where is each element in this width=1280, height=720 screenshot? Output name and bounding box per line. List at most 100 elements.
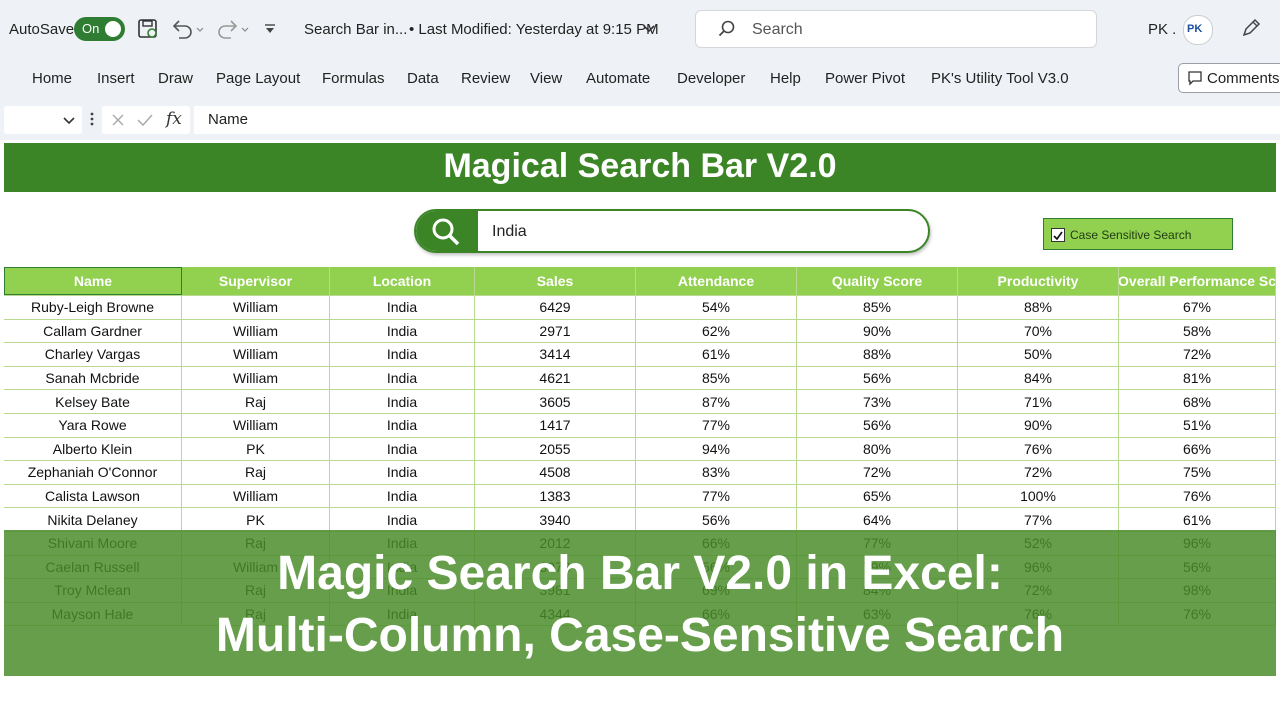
- table-cell[interactable]: 65%: [797, 484, 958, 508]
- column-header[interactable]: Supervisor: [182, 267, 330, 295]
- table-cell[interactable]: William: [182, 413, 330, 437]
- file-name[interactable]: Search Bar in...: [304, 21, 407, 38]
- more-options-icon[interactable]: [88, 110, 96, 133]
- table-cell[interactable]: 87%: [636, 390, 797, 413]
- table-cell[interactable]: William: [182, 296, 330, 319]
- table-cell[interactable]: Kelsey Bate: [4, 390, 182, 413]
- table-cell[interactable]: India: [330, 413, 475, 437]
- cancel-icon[interactable]: [110, 112, 126, 133]
- table-cell[interactable]: William: [182, 319, 330, 343]
- redo-icon[interactable]: [215, 18, 249, 45]
- tab-developer[interactable]: Developer: [677, 70, 745, 87]
- tab-formulas[interactable]: Formulas: [322, 70, 385, 87]
- table-cell[interactable]: 72%: [797, 461, 958, 484]
- formula-input[interactable]: Name: [194, 106, 1280, 134]
- table-cell[interactable]: Raj: [182, 461, 330, 484]
- table-cell[interactable]: 85%: [636, 366, 797, 390]
- table-cell[interactable]: 77%: [636, 413, 797, 437]
- tab-insert[interactable]: Insert: [97, 70, 135, 87]
- magic-search-bar[interactable]: India: [414, 209, 930, 253]
- table-cell[interactable]: William: [182, 343, 330, 366]
- autosave-toggle[interactable]: On: [74, 17, 125, 41]
- table-cell[interactable]: Charley Vargas: [4, 343, 182, 366]
- table-cell[interactable]: 2055: [475, 437, 636, 461]
- table-cell[interactable]: 94%: [636, 437, 797, 461]
- table-cell[interactable]: Yara Rowe: [4, 413, 182, 437]
- table-cell[interactable]: India: [330, 390, 475, 413]
- user-initials[interactable]: PK .: [1148, 21, 1176, 38]
- tab-view[interactable]: View: [530, 70, 562, 87]
- table-cell[interactable]: Nikita Delaney: [4, 508, 182, 531]
- tab-data[interactable]: Data: [407, 70, 439, 87]
- tab-automate[interactable]: Automate: [586, 70, 650, 87]
- undo-icon[interactable]: [170, 18, 204, 45]
- table-cell[interactable]: 77%: [958, 508, 1119, 531]
- chevron-down-icon[interactable]: [62, 114, 76, 132]
- chevron-down-icon[interactable]: [642, 22, 656, 40]
- table-cell[interactable]: Callam Gardner: [4, 319, 182, 343]
- table-cell[interactable]: 71%: [958, 390, 1119, 413]
- table-cell[interactable]: 50%: [958, 343, 1119, 366]
- column-header[interactable]: Sales: [475, 267, 636, 295]
- confirm-icon[interactable]: [136, 112, 154, 133]
- checkbox-box[interactable]: [1051, 228, 1065, 242]
- table-cell[interactable]: 62%: [636, 319, 797, 343]
- table-cell[interactable]: 84%: [958, 366, 1119, 390]
- table-cell[interactable]: 76%: [958, 437, 1119, 461]
- table-cell[interactable]: India: [330, 461, 475, 484]
- name-box[interactable]: [4, 106, 82, 134]
- table-cell[interactable]: 64%: [797, 508, 958, 531]
- table-cell[interactable]: 56%: [797, 413, 958, 437]
- table-cell[interactable]: William: [182, 484, 330, 508]
- table-cell[interactable]: 75%: [1119, 461, 1276, 484]
- column-header[interactable]: Location: [330, 267, 475, 295]
- tab-page-layout[interactable]: Page Layout: [216, 70, 300, 87]
- pen-icon[interactable]: [1240, 17, 1262, 44]
- column-header[interactable]: Productivity: [958, 267, 1119, 295]
- tab-help[interactable]: Help: [770, 70, 801, 87]
- table-cell[interactable]: 100%: [958, 484, 1119, 508]
- tab-review[interactable]: Review: [461, 70, 510, 87]
- table-cell[interactable]: 73%: [797, 390, 958, 413]
- table-cell[interactable]: 54%: [636, 296, 797, 319]
- table-cell[interactable]: 72%: [958, 461, 1119, 484]
- column-header[interactable]: Overall Performance Sc: [1119, 267, 1276, 295]
- table-cell[interactable]: 61%: [1119, 508, 1276, 531]
- avatar[interactable]: PK: [1183, 15, 1213, 45]
- table-cell[interactable]: 3605: [475, 390, 636, 413]
- table-cell[interactable]: 85%: [797, 296, 958, 319]
- table-cell[interactable]: 88%: [797, 343, 958, 366]
- table-cell[interactable]: 76%: [1119, 484, 1276, 508]
- table-cell[interactable]: 68%: [1119, 390, 1276, 413]
- table-cell[interactable]: 58%: [1119, 319, 1276, 343]
- table-cell[interactable]: 1417: [475, 413, 636, 437]
- column-header[interactable]: Quality Score: [797, 267, 958, 295]
- table-cell[interactable]: India: [330, 366, 475, 390]
- table-cell[interactable]: 3940: [475, 508, 636, 531]
- table-cell[interactable]: 83%: [636, 461, 797, 484]
- table-cell[interactable]: PK: [182, 437, 330, 461]
- table-cell[interactable]: Raj: [182, 390, 330, 413]
- column-header[interactable]: Name: [4, 267, 182, 295]
- table-cell[interactable]: 80%: [797, 437, 958, 461]
- table-cell[interactable]: 77%: [636, 484, 797, 508]
- save-icon[interactable]: [137, 18, 159, 45]
- table-cell[interactable]: Zephaniah O'Connor: [4, 461, 182, 484]
- table-cell[interactable]: India: [330, 319, 475, 343]
- fx-icon[interactable]: fx: [166, 109, 182, 129]
- magic-search-button[interactable]: [416, 211, 478, 251]
- table-cell[interactable]: India: [330, 508, 475, 531]
- table-cell[interactable]: 51%: [1119, 413, 1276, 437]
- tab-power-pivot[interactable]: Power Pivot: [825, 70, 905, 87]
- comments-button[interactable]: Comments: [1178, 63, 1280, 93]
- table-cell[interactable]: India: [330, 484, 475, 508]
- table-cell[interactable]: 56%: [797, 366, 958, 390]
- tab-home[interactable]: Home: [32, 70, 72, 87]
- table-cell[interactable]: 70%: [958, 319, 1119, 343]
- table-cell[interactable]: 88%: [958, 296, 1119, 319]
- app-search-box[interactable]: Search: [695, 10, 1097, 48]
- table-cell[interactable]: India: [330, 296, 475, 319]
- table-cell[interactable]: 90%: [958, 413, 1119, 437]
- table-cell[interactable]: 81%: [1119, 366, 1276, 390]
- table-cell[interactable]: 3414: [475, 343, 636, 366]
